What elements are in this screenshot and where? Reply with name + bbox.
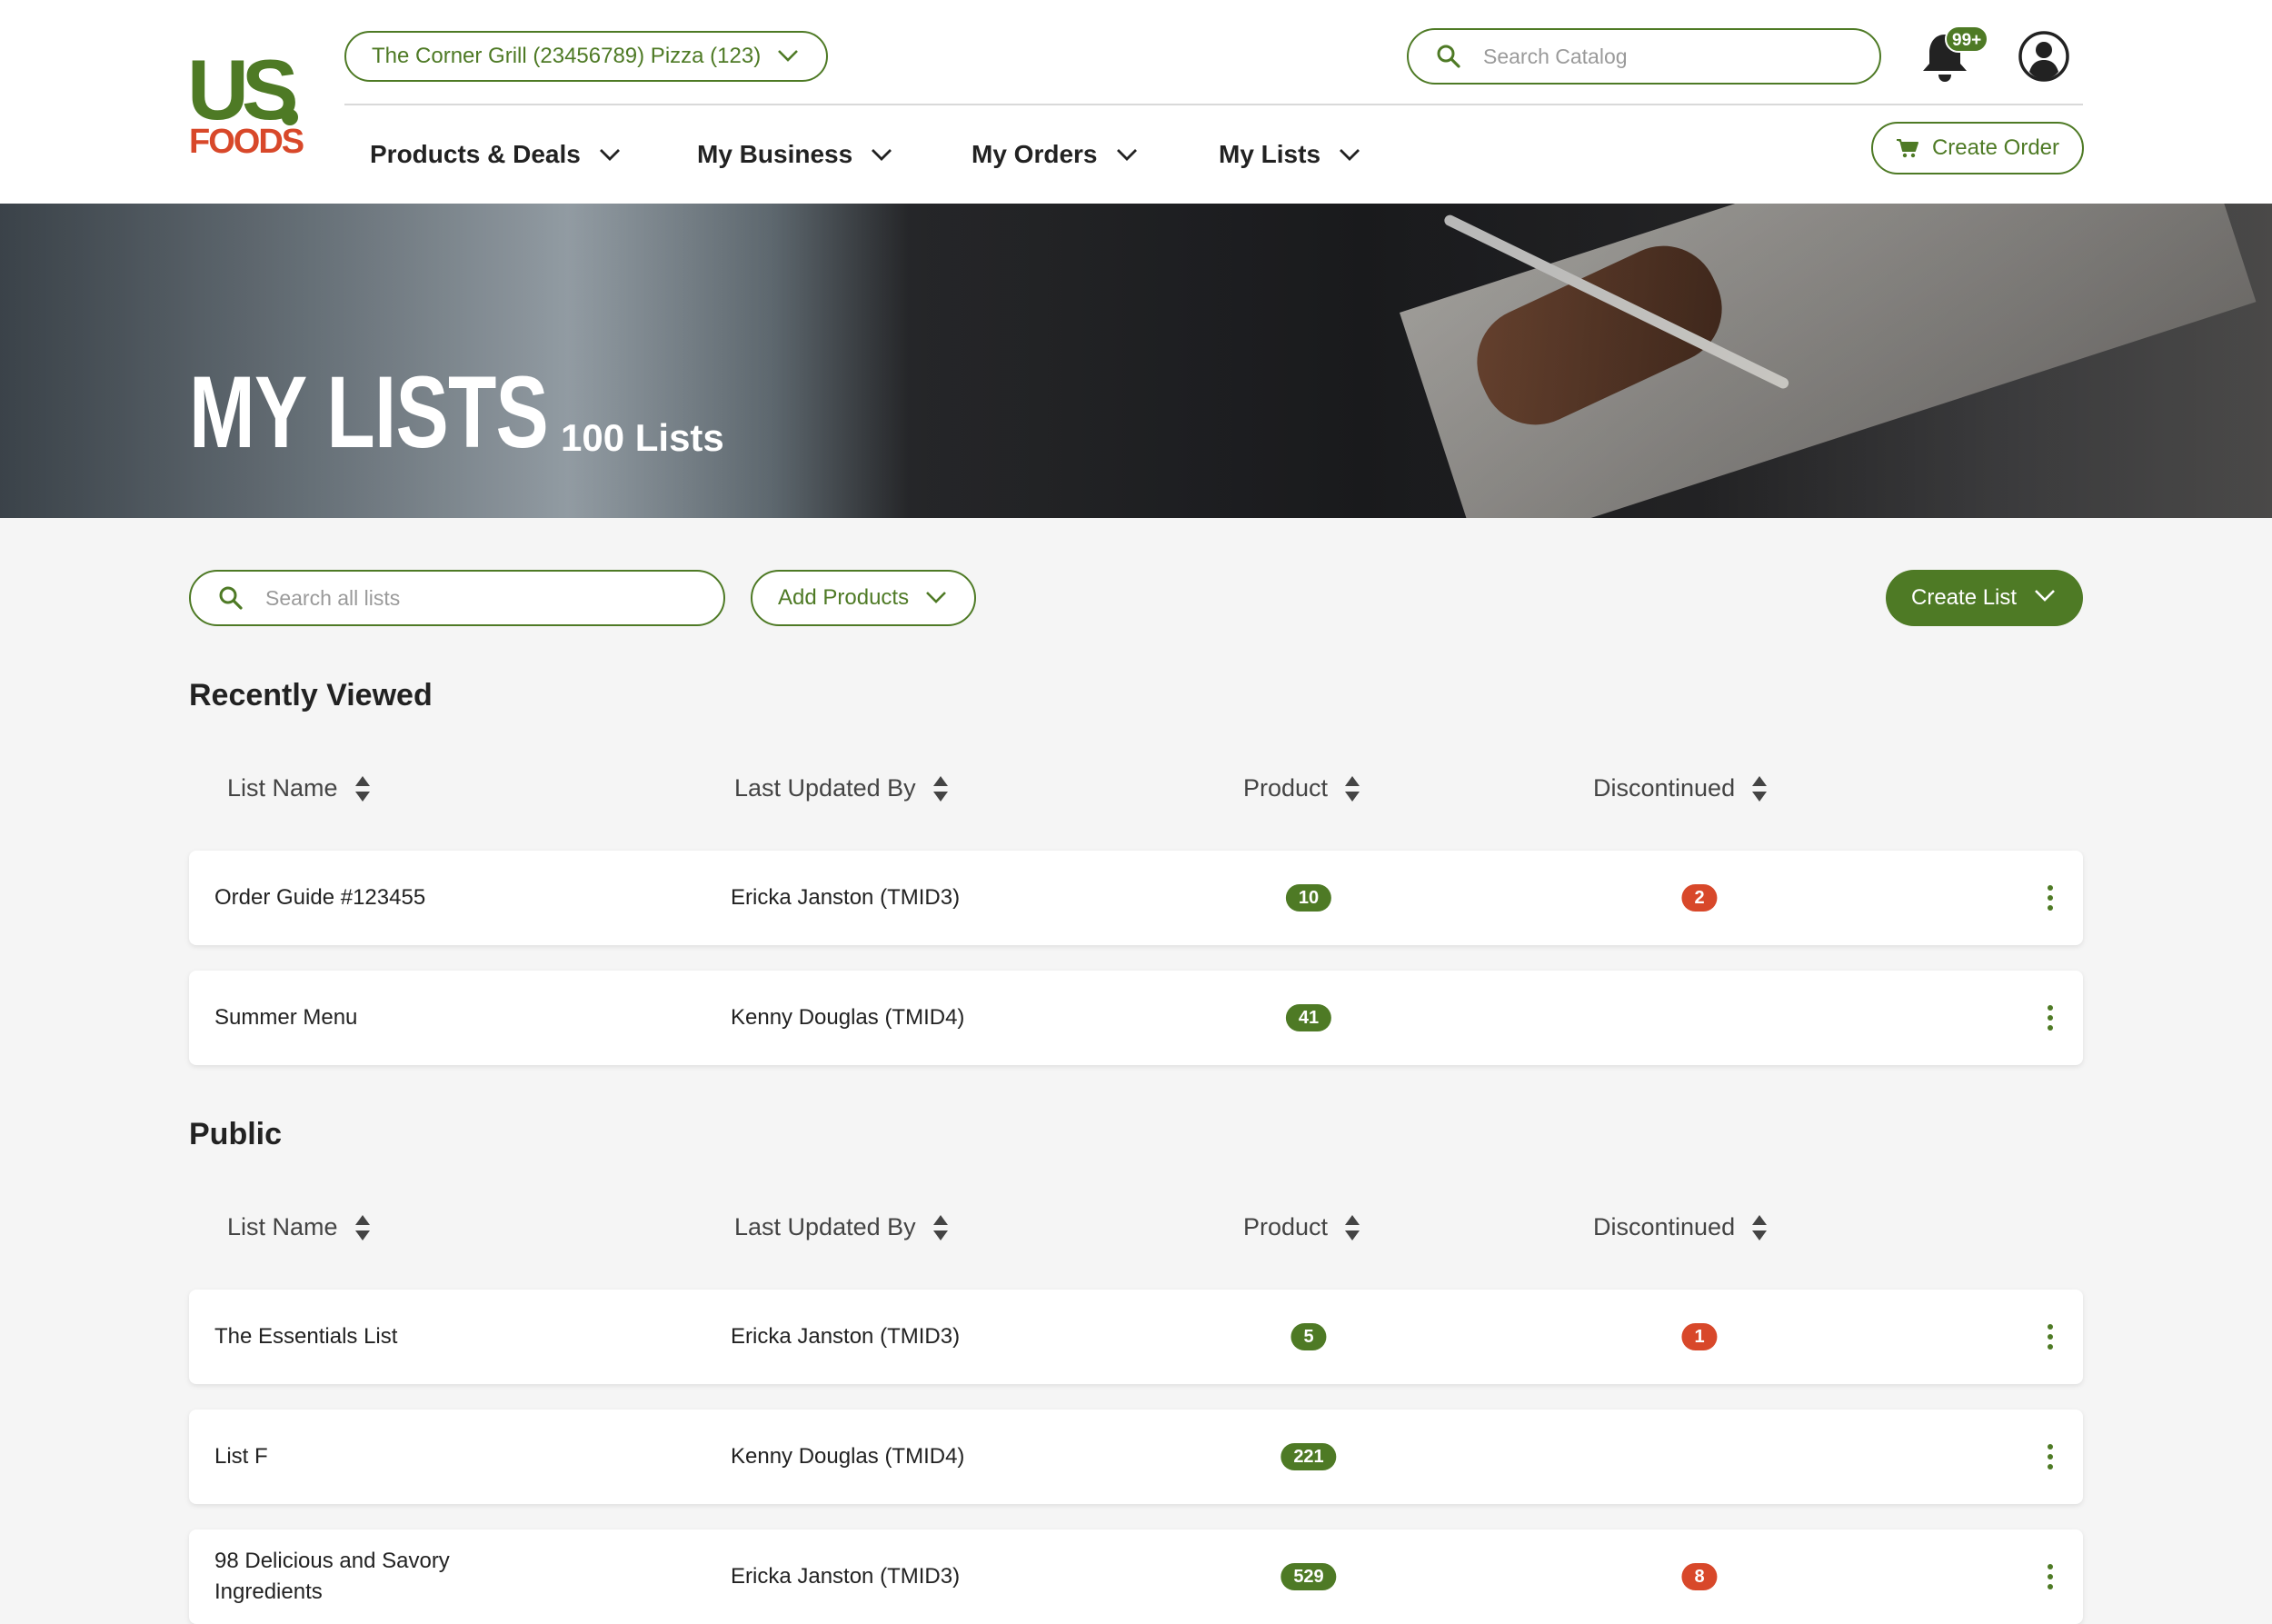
product-count-badge: 10 xyxy=(1285,884,1332,912)
product-count-badge: 221 xyxy=(1280,1443,1337,1470)
list-name[interactable]: 98 Delicious and Savory Ingredients xyxy=(214,1529,487,1624)
column-header-last-updated-by[interactable]: Last Updated By xyxy=(734,1213,949,1241)
last-updated-by: Kenny Douglas (TMID4) xyxy=(731,1444,965,1469)
column-label: Last Updated By xyxy=(734,1213,916,1240)
nav-label: My Lists xyxy=(1219,140,1321,168)
user-icon[interactable] xyxy=(2018,30,2070,83)
logo-text-foods: FOODS xyxy=(189,123,304,161)
product-count-badge: 529 xyxy=(1280,1563,1337,1590)
list-count: 100 Lists xyxy=(561,416,724,459)
lists-search-input[interactable] xyxy=(264,584,613,612)
sort-icon xyxy=(932,1214,948,1240)
location-selector[interactable]: The Corner Grill (23456789) Pizza (123) xyxy=(344,31,828,82)
kebab-icon[interactable] xyxy=(2034,1322,2067,1351)
nav-my-lists[interactable]: My Lists xyxy=(1219,136,1360,173)
section-title-recently-viewed: Recently Viewed xyxy=(189,678,433,712)
list-name[interactable]: Order Guide #123455 xyxy=(214,851,487,945)
chevron-down-icon xyxy=(2035,590,2055,602)
column-header-discontinued[interactable]: Discontinued xyxy=(1593,1213,1768,1241)
site-header: US FOODS The Corner Grill (23456789) Piz… xyxy=(0,0,2272,204)
sort-icon xyxy=(1345,775,1360,802)
add-products-button[interactable]: Add Products xyxy=(751,570,976,626)
column-label: Product xyxy=(1243,774,1329,802)
chevron-down-icon xyxy=(1340,149,1360,161)
create-order-button[interactable]: Create Order xyxy=(1871,122,2084,174)
lists-search[interactable] xyxy=(189,570,725,626)
sort-icon xyxy=(354,775,370,802)
hero-banner: MY LISTS 100 Lists xyxy=(0,204,2272,518)
table-row[interactable]: 98 Delicious and Savory Ingredients Eric… xyxy=(189,1529,2083,1624)
list-name[interactable]: The Essentials List xyxy=(214,1290,487,1384)
header-divider xyxy=(344,104,2083,105)
last-updated-by: Ericka Janston (TMID3) xyxy=(731,1564,961,1589)
table-row[interactable]: Summer Menu Kenny Douglas (TMID4) 41 xyxy=(189,971,2083,1065)
notification-badge: 99+ xyxy=(1945,25,1989,53)
location-label: The Corner Grill (23456789) Pizza (123) xyxy=(372,44,762,68)
nav-label: Products & Deals xyxy=(370,140,581,168)
catalog-search-input[interactable] xyxy=(1481,43,1830,70)
discontinued-count-badge: 1 xyxy=(1681,1323,1718,1350)
table-row[interactable]: Order Guide #123455 Ericka Janston (TMID… xyxy=(189,851,2083,945)
catalog-search[interactable] xyxy=(1407,28,1881,85)
discontinued-count-badge: 2 xyxy=(1681,884,1718,912)
discontinued-count-badge: 8 xyxy=(1681,1563,1718,1590)
create-list-button[interactable]: Create List xyxy=(1886,570,2083,626)
search-icon xyxy=(1437,45,1460,68)
nav-label: My Orders xyxy=(972,140,1098,168)
create-order-label: Create Order xyxy=(1931,135,2060,160)
cart-icon xyxy=(1896,139,1918,158)
column-label: List Name xyxy=(227,774,338,802)
chevron-down-icon xyxy=(599,149,620,161)
list-name[interactable]: Summer Menu xyxy=(214,971,487,1065)
nav-my-orders[interactable]: My Orders xyxy=(972,136,1138,173)
section-title-public: Public xyxy=(189,1117,283,1151)
table-row[interactable]: List F Kenny Douglas (TMID4) 221 xyxy=(189,1410,2083,1504)
column-label: Product xyxy=(1243,1213,1329,1240)
kebab-icon[interactable] xyxy=(2034,1562,2067,1591)
sort-icon xyxy=(1752,1214,1768,1240)
chevron-down-icon xyxy=(1116,149,1137,161)
add-products-label: Add Products xyxy=(778,585,910,610)
sort-icon xyxy=(1752,775,1768,802)
chevron-down-icon xyxy=(926,592,946,603)
sort-icon xyxy=(932,775,948,802)
kebab-icon[interactable] xyxy=(2034,1003,2067,1032)
product-count-badge: 5 xyxy=(1290,1323,1327,1350)
create-list-label: Create List xyxy=(1911,585,2018,610)
column-header-discontinued[interactable]: Discontinued xyxy=(1593,774,1768,802)
sort-icon xyxy=(354,1214,370,1240)
chevron-down-icon xyxy=(778,50,798,62)
page-title: MY LISTS xyxy=(189,355,549,469)
kebab-icon[interactable] xyxy=(2034,1442,2067,1471)
nav-label: My Business xyxy=(697,140,853,168)
column-label: Last Updated By xyxy=(734,774,916,802)
logo-text-us: US xyxy=(187,42,299,137)
sort-icon xyxy=(1345,1214,1360,1240)
us-foods-logo[interactable]: US FOODS xyxy=(187,42,304,161)
column-label: Discontinued xyxy=(1593,774,1736,802)
last-updated-by: Ericka Janston (TMID3) xyxy=(731,885,961,910)
search-icon xyxy=(219,586,243,610)
last-updated-by: Ericka Janston (TMID3) xyxy=(731,1324,961,1349)
last-updated-by: Kenny Douglas (TMID4) xyxy=(731,1005,965,1030)
column-header-product[interactable]: Product xyxy=(1243,774,1360,802)
column-header-product[interactable]: Product xyxy=(1243,1213,1360,1241)
nav-products-deals[interactable]: Products & Deals xyxy=(370,136,621,173)
table-row[interactable]: The Essentials List Ericka Janston (TMID… xyxy=(189,1290,2083,1384)
chevron-down-icon xyxy=(872,149,892,161)
list-name[interactable]: List F xyxy=(214,1410,487,1504)
column-header-last-updated-by[interactable]: Last Updated By xyxy=(734,774,949,802)
column-header-list-name[interactable]: List Name xyxy=(227,1213,371,1241)
kebab-icon[interactable] xyxy=(2034,883,2067,912)
column-label: Discontinued xyxy=(1593,1213,1736,1240)
column-label: List Name xyxy=(227,1213,338,1240)
product-count-badge: 41 xyxy=(1285,1004,1332,1031)
column-header-list-name[interactable]: List Name xyxy=(227,774,371,802)
nav-my-business[interactable]: My Business xyxy=(697,136,892,173)
